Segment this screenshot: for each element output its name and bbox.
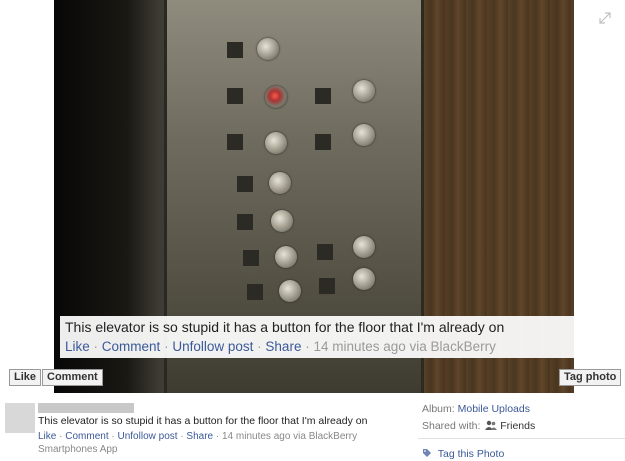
tag-photo-button[interactable]: Tag photo xyxy=(559,369,622,386)
post-timestamp: 14 minutes ago via BlackBerry xyxy=(222,431,358,442)
post-app-name: Smartphones App xyxy=(38,444,118,455)
caption-meta: Like · Comment · Unfollow post · Share ·… xyxy=(65,337,571,356)
elevator-button xyxy=(269,172,291,194)
separator-dot: · xyxy=(164,339,169,354)
elevator-label xyxy=(227,42,243,58)
separator-dot: · xyxy=(93,339,99,354)
shared-with-value[interactable]: Friends xyxy=(500,420,535,432)
album-label: Album: xyxy=(422,403,455,415)
elevator-button xyxy=(275,246,297,268)
caption-message: This elevator is so stupid it has a butt… xyxy=(65,319,505,335)
post-comment-link[interactable]: Comment xyxy=(65,431,108,442)
caption-timestamp: 14 minutes ago via BlackBerry xyxy=(313,339,496,354)
like-button[interactable]: Like xyxy=(9,369,42,386)
post-meta: Like · Comment · Unfollow post · Share ·… xyxy=(38,430,408,456)
separator-dot: · xyxy=(257,339,262,354)
elevator-label xyxy=(227,134,243,150)
elevator-button xyxy=(279,280,301,302)
post-details: This elevator is so stupid it has a butt… xyxy=(0,393,625,461)
album-link[interactable]: Mobile Uploads xyxy=(458,403,530,415)
tag-this-photo-link[interactable]: Tag this Photo xyxy=(422,448,504,460)
elevator-button xyxy=(353,80,375,102)
elevator-button xyxy=(257,38,279,60)
photo-viewer: This elevator is so stupid it has a butt… xyxy=(0,0,625,393)
elevator-label xyxy=(315,134,331,150)
author-name-redacted xyxy=(38,403,134,413)
elevator-button xyxy=(353,236,375,258)
elevator-button xyxy=(353,124,375,146)
divider xyxy=(418,438,625,439)
separator-dot: · xyxy=(305,339,310,354)
comment-button[interactable]: Comment xyxy=(42,369,103,386)
avatar[interactable] xyxy=(5,403,35,433)
elevator-button xyxy=(271,210,293,232)
shared-with-label: Shared with: xyxy=(422,420,481,432)
friends-icon xyxy=(485,420,498,430)
elevator-button xyxy=(265,132,287,154)
elevator-label xyxy=(243,250,259,266)
elevator-label xyxy=(237,214,253,230)
elevator-label xyxy=(319,278,335,294)
elevator-button xyxy=(265,86,287,108)
post-unfollow-link[interactable]: Unfollow post xyxy=(118,431,178,442)
post-like-link[interactable]: Like xyxy=(38,431,56,442)
caption-like-link[interactable]: Like xyxy=(65,339,90,354)
elevator-button xyxy=(353,268,375,290)
elevator-label xyxy=(227,88,243,104)
caption-comment-link[interactable]: Comment xyxy=(102,339,161,354)
expand-icon[interactable] xyxy=(598,11,612,25)
tag-this-photo-label: Tag this Photo xyxy=(437,448,505,460)
photo-info: Album: Mobile Uploads Shared with: Frien… xyxy=(422,403,535,437)
elevator-label xyxy=(317,244,333,260)
photo-caption: This elevator is so stupid it has a butt… xyxy=(60,316,576,358)
caption-unfollow-link[interactable]: Unfollow post xyxy=(172,339,253,354)
post-share-link[interactable]: Share xyxy=(186,431,213,442)
tag-icon xyxy=(423,449,431,457)
post-message: This elevator is so stupid it has a butt… xyxy=(38,415,368,427)
elevator-label xyxy=(247,284,263,300)
caption-share-link[interactable]: Share xyxy=(265,339,301,354)
elevator-label xyxy=(237,176,253,192)
elevator-label xyxy=(315,88,331,104)
